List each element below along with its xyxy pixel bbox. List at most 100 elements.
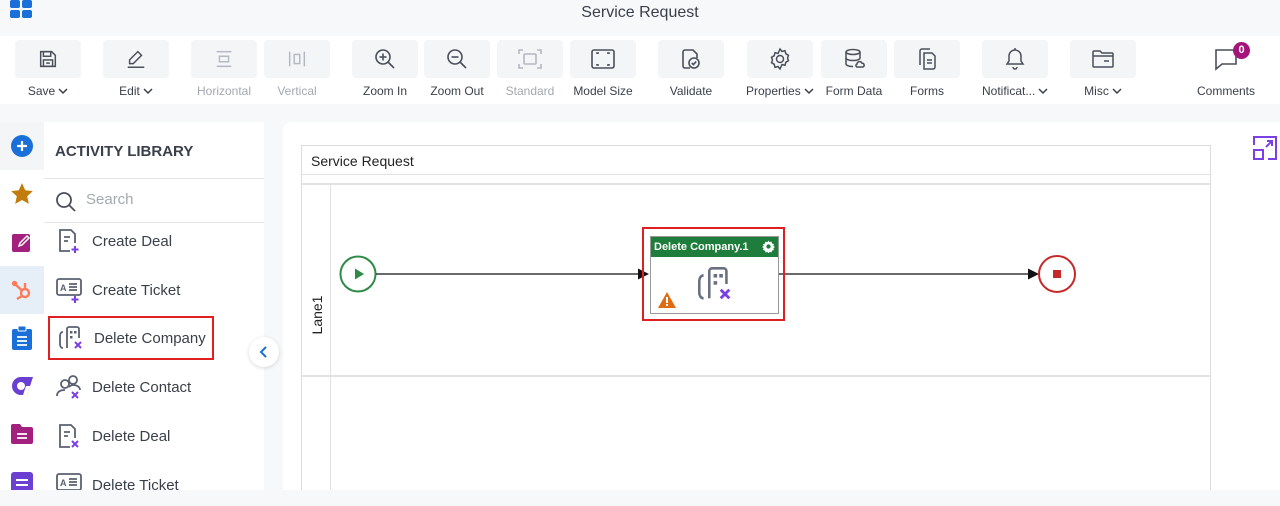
forms-button[interactable]: Forms (894, 40, 960, 104)
notifications-button[interactable]: Notificat... (982, 40, 1049, 104)
standard-label: Standard (505, 84, 555, 98)
pool-title: Service Request (311, 153, 414, 169)
d-logo-icon (12, 377, 33, 395)
divider (302, 183, 1210, 185)
library-item-label: Delete Deal (92, 427, 171, 445)
title-bar: Service Request (0, 0, 1280, 30)
misc-label: Misc (1084, 84, 1109, 98)
form-data-label: Form Data (825, 84, 883, 98)
library-item-label: Create Deal (92, 232, 173, 250)
collapse-library-button[interactable] (249, 337, 279, 367)
properties-button[interactable]: Properties (746, 40, 814, 104)
delete-contact-icon (56, 375, 81, 399)
create-ticket-icon: A (56, 278, 82, 303)
delete-company-icon (698, 267, 731, 300)
plus-circle-icon (11, 135, 33, 157)
validate-label: Validate (669, 84, 713, 98)
divider (302, 174, 1210, 175)
page-title: Service Request (581, 4, 699, 21)
vertical-layout-icon (288, 51, 306, 67)
left-nav (0, 122, 44, 492)
nav-clipboard[interactable] (0, 314, 44, 362)
edit-button[interactable]: Edit (103, 40, 169, 104)
task-body: Delete Company.1 (650, 236, 779, 314)
model-size-label: Model Size (573, 84, 633, 98)
warning-icon[interactable] (658, 292, 676, 308)
library-title: ACTIVITY LIBRARY (55, 143, 194, 160)
model-size-button[interactable]: Model Size (570, 40, 636, 104)
zoom-in-button[interactable]: Zoom In (352, 40, 418, 104)
nav-edit-forms[interactable] (0, 218, 44, 266)
lane-header[interactable]: Lane1 (302, 185, 331, 491)
delete-deal-icon (59, 424, 79, 448)
horizontal-layout-icon (216, 50, 232, 68)
zoom-in-icon (375, 49, 395, 69)
chevron-down-icon (1112, 87, 1122, 94)
validate-button[interactable]: Validate (658, 40, 724, 104)
task-header: Delete Company.1 (651, 237, 778, 257)
chevron-down-icon (804, 87, 814, 94)
nav-hubspot[interactable] (0, 266, 44, 314)
task-delete-company[interactable]: Delete Company.1 (642, 227, 785, 321)
save-icon (39, 50, 57, 68)
star-icon (11, 183, 33, 204)
library-item-delete-ticket[interactable]: A Delete Ticket (48, 463, 214, 490)
library-item-label: Delete Company (94, 329, 206, 347)
gear-icon[interactable] (762, 240, 775, 253)
forms-label: Forms (910, 84, 944, 98)
task-title: Delete Company.1 (654, 241, 749, 253)
activity-library-panel: ACTIVITY LIBRARY Create Deal A Create Ti… (44, 122, 264, 490)
library-search (44, 179, 264, 222)
svg-text:A: A (60, 283, 67, 293)
hubspot-icon (11, 280, 31, 301)
forms-icon (919, 48, 936, 70)
form-data-button[interactable]: Form Data (821, 40, 887, 104)
database-icon (845, 48, 865, 68)
vertical-button[interactable]: Vertical (264, 40, 330, 104)
library-item-label: Delete Contact (92, 378, 192, 396)
library-item-delete-contact[interactable]: Delete Contact (48, 365, 214, 409)
pencil-icon (127, 50, 145, 68)
library-item-delete-deal[interactable]: Delete Deal (48, 414, 214, 458)
validate-icon (682, 49, 700, 69)
zoom-out-label: Zoom Out (430, 84, 484, 98)
nav-app-d[interactable] (0, 362, 44, 410)
comments-label: Comments (1196, 84, 1255, 98)
activity-list: Create Deal A Create Ticket Delete Compa… (44, 223, 264, 490)
library-item-create-ticket[interactable]: A Create Ticket (48, 268, 214, 312)
vertical-label: Vertical (277, 84, 317, 98)
library-item-create-deal[interactable]: Create Deal (48, 223, 214, 263)
svg-text:A: A (60, 478, 67, 488)
bottom-bar (0, 490, 1280, 503)
delete-ticket-icon: A (56, 473, 82, 490)
clipboard-icon (12, 325, 32, 350)
chevron-down-icon (143, 87, 153, 94)
library-item-label: Delete Ticket (92, 476, 179, 491)
standard-size-icon (518, 49, 542, 69)
notifications-label: Notificat... (982, 84, 1036, 98)
zoom-out-button[interactable]: Zoom Out (424, 40, 490, 104)
edit-square-icon (12, 234, 31, 252)
nav-add[interactable] (0, 122, 44, 170)
comments-button[interactable]: 0 Comments (1193, 40, 1259, 104)
library-item-label: Create Ticket (92, 281, 181, 299)
standard-button[interactable]: Standard (497, 40, 563, 104)
nav-folder-doc[interactable] (0, 410, 44, 458)
misc-button[interactable]: Misc (1070, 40, 1136, 104)
folder-doc-icon (11, 424, 33, 444)
zoom-out-icon (447, 49, 467, 69)
gear-icon (770, 47, 790, 71)
nav-favorites[interactable] (0, 170, 44, 218)
stop-icon (1053, 270, 1061, 278)
delete-company-icon (59, 326, 82, 349)
library-item-delete-company[interactable]: Delete Company (48, 316, 214, 360)
expand-icon[interactable] (1252, 135, 1278, 161)
horizontal-button[interactable]: Horizontal (191, 40, 257, 104)
save-button[interactable]: Save (15, 40, 81, 104)
search-icon (56, 192, 76, 212)
comments-count-badge: 0 (1233, 42, 1250, 59)
search-input[interactable] (86, 191, 256, 208)
chevron-down-icon (58, 87, 68, 94)
edit-label: Edit (119, 84, 140, 98)
zoom-in-label: Zoom In (362, 84, 407, 98)
